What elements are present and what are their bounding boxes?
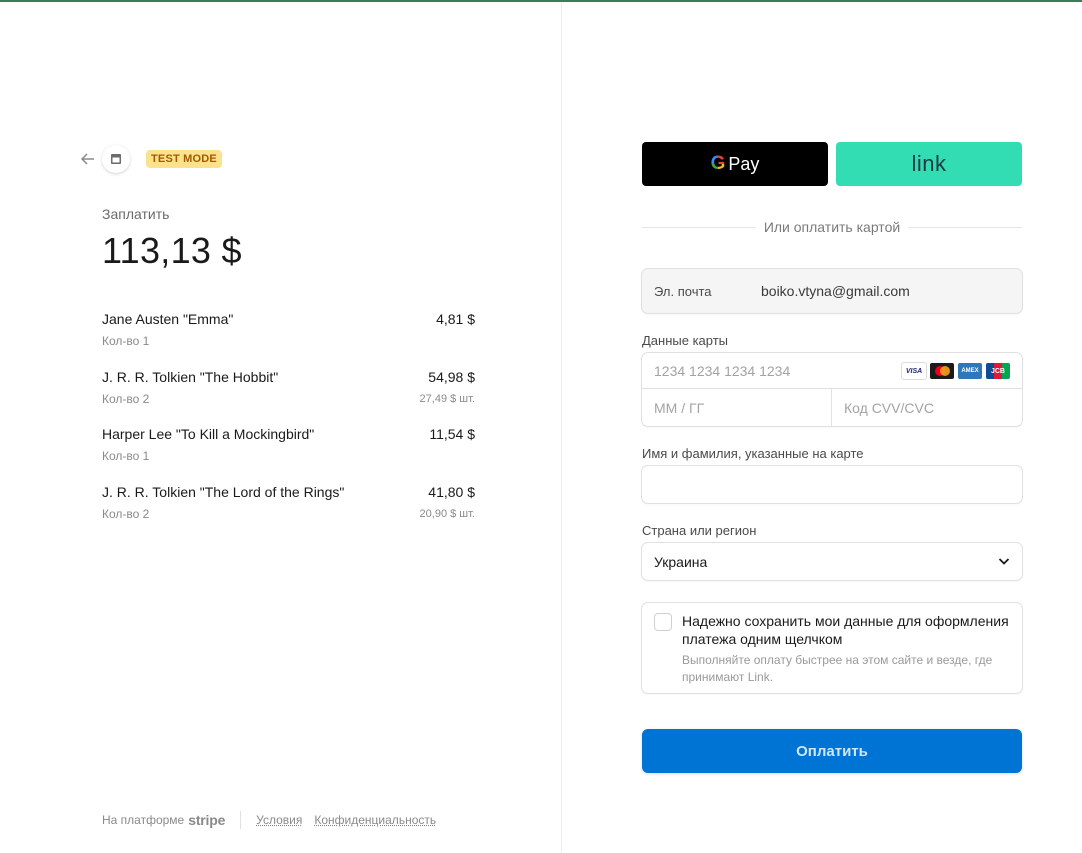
google-pay-button[interactable]: G Pay xyxy=(642,142,828,186)
store-icon xyxy=(102,145,130,173)
order-summary-panel: TEST MODE Заплатить 113,13 $ Jane Austen… xyxy=(0,2,561,853)
email-value: boiko.vtyna@gmail.com xyxy=(761,283,910,299)
item-name: Harper Lee "To Kill a Mockingbird" xyxy=(102,426,315,443)
line-item: Harper Lee "To Kill a Mockingbird" 11,54… xyxy=(102,426,475,484)
item-price: 41,80 $ xyxy=(428,484,475,501)
link-pay-button[interactable]: link xyxy=(836,142,1022,186)
item-unit-price: 27,49 $ шт. xyxy=(419,392,475,405)
email-label: Эл. почта xyxy=(654,283,712,299)
card-details-label: Данные карты xyxy=(642,333,729,348)
item-quantity: Кол-во 1 xyxy=(102,449,150,464)
item-quantity: Кол-во 2 xyxy=(102,391,150,406)
cardholder-name-input[interactable] xyxy=(642,466,1022,503)
country-value: Украина xyxy=(654,553,708,570)
divider-line xyxy=(642,226,756,228)
pay-button[interactable]: Оплатить xyxy=(642,729,1022,773)
gpay-label: Pay xyxy=(728,153,760,174)
item-price: 4,81 $ xyxy=(436,311,475,327)
item-name: J. R. R. Tolkien "The Lord of the Rings" xyxy=(102,484,345,501)
card-expiry-input[interactable]: ММ / ГГ xyxy=(642,389,832,426)
item-name: Jane Austen "Emma" xyxy=(102,311,234,327)
card-details-group: 1234 1234 1234 1234 VISA AMEX JCB ММ / Г… xyxy=(642,353,1022,426)
card-cvc-input[interactable]: Код CVV/CVC xyxy=(832,389,1022,426)
test-mode-badge: TEST MODE xyxy=(146,150,222,168)
total-amount: 113,13 $ xyxy=(102,230,242,271)
divider-line xyxy=(908,226,1022,228)
line-item: Jane Austen "Emma" 4,81 $ Кол-во 1 xyxy=(102,311,475,369)
cvc-placeholder: Код CVV/CVC xyxy=(844,399,934,416)
pay-label: Заплатить xyxy=(102,206,170,222)
terms-link[interactable]: Условия xyxy=(256,813,302,827)
save-info-box: Надежно сохранить мои данные для оформле… xyxy=(642,603,1022,693)
link-label: link xyxy=(911,151,947,176)
line-items-list: Jane Austen "Emma" 4,81 $ Кол-во 1 J. R.… xyxy=(102,311,475,542)
footer-divider xyxy=(240,811,242,829)
line-item: J. R. R. Tolkien "The Hobbit" 54,98 $ Ко… xyxy=(102,369,475,427)
item-price: 11,54 $ xyxy=(429,426,475,443)
summary-header: TEST MODE xyxy=(80,145,222,173)
jcb-icon: JCB xyxy=(986,363,1010,379)
arrow-left-icon[interactable] xyxy=(80,151,96,167)
expiry-placeholder: ММ / ГГ xyxy=(654,399,705,416)
item-quantity: Кол-во 1 xyxy=(102,334,150,348)
google-g-icon: G xyxy=(710,153,726,174)
country-select[interactable]: Украина xyxy=(642,543,1022,580)
item-price: 54,98 $ xyxy=(428,368,475,385)
or-pay-card-text: Или оплатить картой xyxy=(763,219,901,235)
privacy-link[interactable]: Конфиденциальность xyxy=(314,813,436,827)
footer: На платформе stripe Условия Конфиденциал… xyxy=(102,810,448,830)
chevron-down-icon xyxy=(998,558,1010,565)
cardholder-name-label: Имя и фамилия, указанные на карте xyxy=(642,446,864,461)
stripe-logo[interactable]: stripe xyxy=(188,812,225,828)
card-number-placeholder: 1234 1234 1234 1234 xyxy=(654,362,791,379)
item-unit-price: 20,90 $ шт. xyxy=(419,508,475,521)
save-info-title: Надежно сохранить мои данные для оформле… xyxy=(682,613,1009,647)
item-name: J. R. R. Tolkien "The Hobbit" xyxy=(102,368,279,385)
wallet-buttons: G Pay link xyxy=(642,142,1022,186)
card-brands: VISA AMEX JCB xyxy=(902,363,1010,379)
or-divider: Или оплатить картой xyxy=(642,218,1022,236)
powered-by-text: На платформе xyxy=(102,813,185,827)
save-info-description: Выполняйте оплату быстрее на этом сайте … xyxy=(682,653,993,684)
email-field[interactable]: Эл. почта boiko.vtyna@gmail.com xyxy=(642,269,1022,313)
amex-icon: AMEX xyxy=(958,363,982,379)
mastercard-icon xyxy=(930,363,954,379)
line-item: J. R. R. Tolkien "The Lord of the Rings"… xyxy=(102,484,475,542)
save-info-checkbox[interactable] xyxy=(654,613,672,631)
item-quantity: Кол-во 2 xyxy=(102,507,150,522)
visa-icon: VISA xyxy=(902,363,926,379)
country-label: Страна или регион xyxy=(642,523,757,538)
payment-panel: G Pay link Или оплатить картой Эл. почта… xyxy=(562,2,1082,853)
